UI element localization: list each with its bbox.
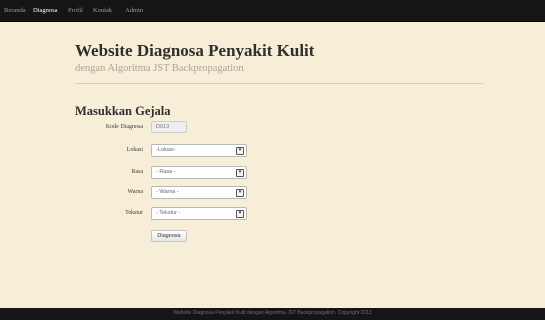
tekstur-select[interactable]: - Tekstur - ▾: [151, 207, 247, 220]
tekstur-label: Tekstur: [125, 210, 143, 216]
chevron-down-icon: ▾: [236, 169, 244, 177]
code-label: Kode Diagnosa: [105, 124, 143, 130]
top-navbar: Beranda Diagnosa Profil Kontak Admin: [0, 0, 545, 22]
rasa-label: Rasa: [131, 169, 143, 175]
page-title: Website Diagnosa Penyakit Kulit: [75, 41, 315, 60]
chevron-down-icon: ▾: [236, 189, 244, 197]
nav-item-kontak[interactable]: Kontak: [93, 7, 112, 14]
footer-text: Website Diagnosa Penyakit Kulit dengan A…: [173, 310, 372, 316]
header-divider: [75, 83, 483, 84]
rasa-select-value: - Rasa -: [156, 169, 176, 175]
rasa-select[interactable]: - Rasa - ▾: [151, 166, 247, 179]
footer: Website Diagnosa Penyakit Kulit dengan A…: [0, 308, 545, 320]
warna-label: Warna: [127, 189, 143, 195]
form-title: Masukkan Gejala: [75, 104, 171, 118]
code-field: D013: [151, 121, 187, 133]
lokasi-select-value: -Lokasi-: [156, 147, 176, 153]
page-subtitle: dengan Algoritma JST Backpropagation: [75, 63, 244, 74]
nav-item-profil[interactable]: Profil: [68, 7, 83, 14]
nav-item-beranda[interactable]: Beranda: [4, 7, 26, 14]
lokasi-label: Lokasi: [126, 147, 143, 153]
diagnosa-button[interactable]: Diagnosa: [151, 230, 187, 242]
warna-select-value: - Warna -: [156, 189, 179, 195]
lokasi-select[interactable]: -Lokasi- ▾: [151, 144, 247, 157]
nav-item-diagnosa[interactable]: Diagnosa: [33, 7, 58, 14]
warna-select[interactable]: - Warna - ▾: [151, 186, 247, 199]
tekstur-select-value: - Tekstur -: [156, 210, 181, 216]
chevron-down-icon: ▾: [236, 147, 244, 155]
chevron-down-icon: ▾: [236, 210, 244, 218]
nav-item-admin[interactable]: Admin: [125, 7, 143, 14]
